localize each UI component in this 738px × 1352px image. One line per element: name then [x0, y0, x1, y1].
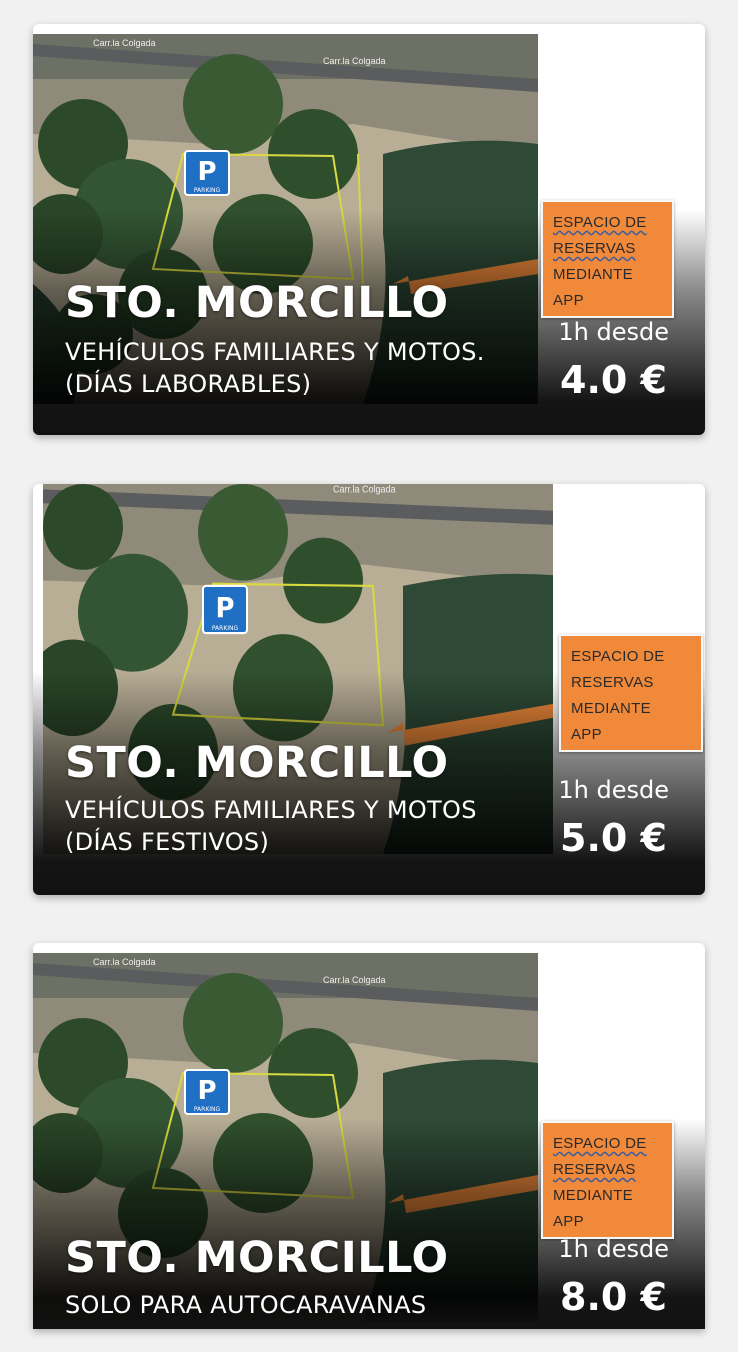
- parking-sign-icon: P PARKING: [184, 150, 230, 196]
- svg-text:P: P: [197, 1076, 216, 1106]
- reservation-badge: ESPACIO DE RESERVAS MEDIANTE APP: [541, 200, 674, 318]
- road-label: Carr.la Colgada: [333, 484, 396, 494]
- card-title: STO. MORCILLO: [65, 1233, 449, 1283]
- card-subtitle: SOLO PARA AUTOCARAVANAS: [65, 1291, 427, 1319]
- card-title: STO. MORCILLO: [65, 278, 449, 328]
- card-subtitle: VEHÍCULOS FAMILIARES Y MOTOS (DÍAS FESTI…: [65, 796, 477, 856]
- parking-card-weekdays[interactable]: Carr.la Colgada Carr.la Colgada P PARKIN…: [33, 24, 705, 435]
- road-label: Carr.la Colgada: [93, 38, 156, 48]
- parking-card-holidays[interactable]: Carr.la Colgada P PARKING ESPACIO DE RES…: [33, 484, 705, 895]
- price-value: 8.0 €: [560, 1275, 667, 1319]
- price-label: 1h desde: [558, 318, 669, 346]
- price-label: 1h desde: [558, 1235, 669, 1263]
- card-subtitle: VEHÍCULOS FAMILIARES Y MOTOS. (DÍAS LABO…: [65, 338, 485, 398]
- parking-sign-icon: P PARKING: [184, 1069, 230, 1115]
- price-value: 5.0 €: [560, 816, 667, 860]
- svg-text:P: P: [197, 157, 216, 187]
- card-title: STO. MORCILLO: [65, 738, 449, 788]
- svg-text:PARKING: PARKING: [212, 625, 239, 632]
- svg-text:PARKING: PARKING: [194, 1106, 221, 1113]
- price-value: 4.0 €: [560, 358, 667, 402]
- price-label: 1h desde: [558, 776, 669, 804]
- road-label: Carr.la Colgada: [323, 975, 386, 985]
- reservation-badge: ESPACIO DE RESERVAS MEDIANTE APP: [559, 634, 703, 752]
- svg-text:P: P: [215, 592, 234, 624]
- parking-sign-icon: P PARKING: [202, 584, 248, 635]
- parking-card-motorhomes[interactable]: Carr.la Colgada Carr.la Colgada P PARKIN…: [33, 943, 705, 1329]
- svg-text:PARKING: PARKING: [194, 187, 221, 194]
- road-label: Carr.la Colgada: [323, 56, 386, 66]
- road-label: Carr.la Colgada: [93, 957, 156, 967]
- reservation-badge: ESPACIO DE RESERVAS MEDIANTE APP: [541, 1121, 674, 1239]
